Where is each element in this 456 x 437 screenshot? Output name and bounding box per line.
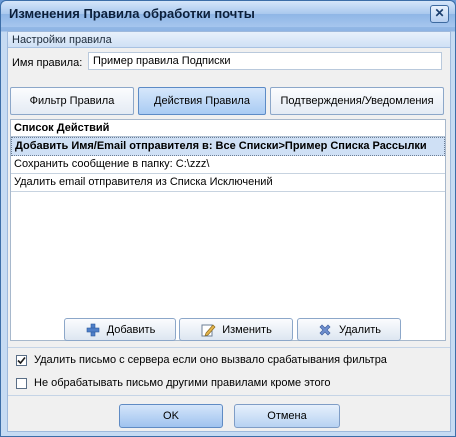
content-panel: Настройки правила Имя правила: Пример пр…	[7, 31, 451, 432]
tab-notifications[interactable]: Подтверждения/Уведомления	[270, 87, 444, 115]
actions-list[interactable]: Список Действий Добавить Имя/Email отпра…	[10, 119, 446, 341]
settings-group-title: Настройки правила	[8, 32, 450, 48]
add-button[interactable]: Добавить	[64, 318, 176, 341]
title-bar[interactable]: Изменения Правила обработки почты ✕	[1, 1, 455, 27]
rule-name-label: Имя правила:	[12, 57, 83, 69]
list-item[interactable]: Удалить email отправителя из Списка Искл…	[11, 174, 445, 192]
cross-icon	[319, 324, 331, 335]
tab-actions[interactable]: Действия Правила	[138, 87, 266, 115]
window-title: Изменения Правила обработки почты	[9, 6, 255, 21]
edit-icon	[201, 323, 216, 337]
divider	[8, 347, 450, 348]
checkmark-icon	[17, 356, 26, 365]
edit-button[interactable]: Изменить	[179, 318, 293, 341]
rule-edit-dialog: Изменения Правила обработки почты ✕ Наст…	[0, 0, 456, 437]
delete-from-server-checkbox[interactable]	[16, 355, 27, 366]
close-icon: ✕	[434, 6, 445, 20]
list-item[interactable]: Добавить Имя/Email отправителя в: Все Сп…	[11, 137, 445, 156]
delete-button[interactable]: Удалить	[297, 318, 401, 341]
actions-list-header: Список Действий	[11, 120, 445, 137]
close-button[interactable]: ✕	[430, 5, 449, 23]
divider	[8, 395, 450, 396]
add-button-label: Добавить	[106, 323, 156, 336]
cancel-button[interactable]: Отмена	[234, 404, 340, 428]
ok-button[interactable]: OK	[119, 404, 223, 428]
stop-processing-checkbox[interactable]	[16, 378, 27, 389]
tab-filter[interactable]: Фильтр Правила	[10, 87, 134, 115]
list-item[interactable]: Сохранить сообщение в папку: C:\zzz\	[11, 156, 445, 174]
plus-icon	[86, 323, 99, 336]
stop-processing-label: Не обрабатывать письмо другими правилами…	[34, 377, 331, 389]
edit-button-label: Изменить	[222, 323, 272, 336]
delete-from-server-label: Удалить письмо с сервера если оно вызвал…	[34, 354, 387, 366]
rule-name-input[interactable]: Пример правила Подписки	[88, 52, 442, 70]
delete-button-label: Удалить	[339, 323, 381, 336]
